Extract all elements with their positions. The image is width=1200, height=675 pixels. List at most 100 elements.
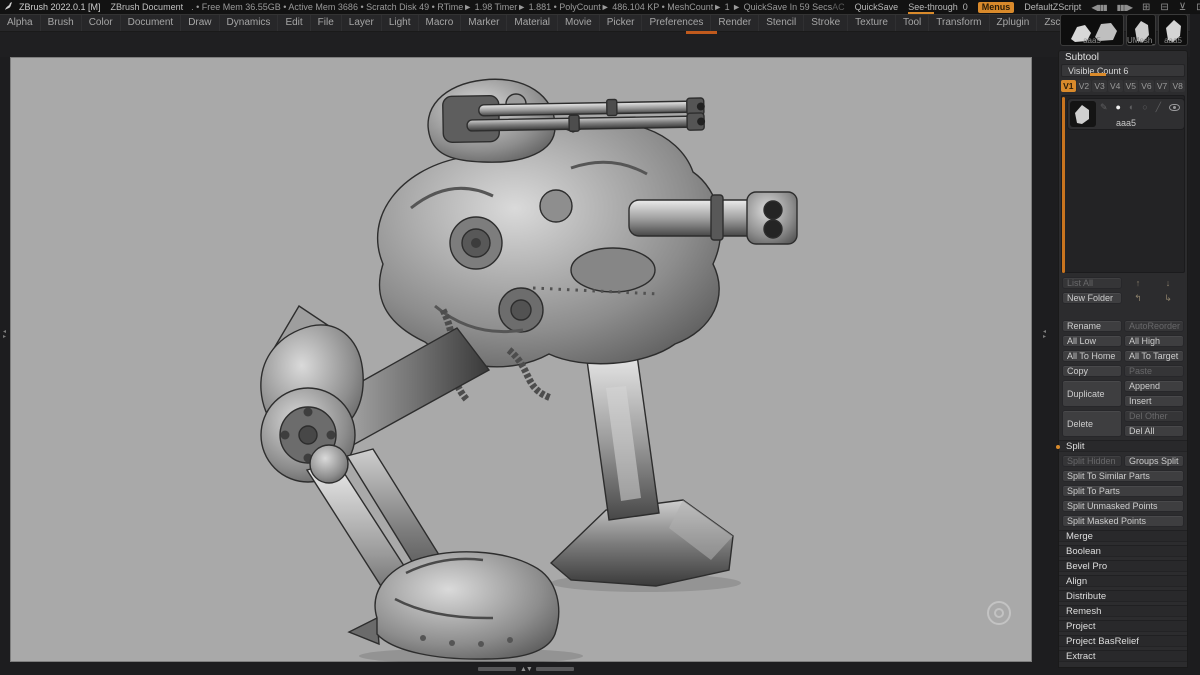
all-to-home-button[interactable]: All To Home [1062,350,1122,362]
menu-picker[interactable]: Picker [600,15,643,31]
boolean-section-header[interactable]: Boolean [1059,545,1187,557]
menu-tool[interactable]: Tool [896,15,930,31]
polypaint-off-icon[interactable]: ○ [1142,102,1147,112]
tab-v3[interactable]: V3 [1092,80,1107,92]
groups-split-button[interactable]: Groups Split [1124,455,1184,467]
minimize-icon[interactable]: ⊻ [1179,2,1186,13]
distribute-section-header[interactable]: Distribute [1059,590,1187,602]
document-title: ZBrush Document [110,2,184,12]
split-masked-points-button[interactable]: Split Masked Points [1062,515,1184,527]
menu-file[interactable]: File [311,15,342,31]
camera-orbit-widget[interactable] [987,601,1011,625]
polypaint-on-icon[interactable]: ● [1115,102,1120,112]
right-tray-toggle[interactable]: ◂ ▸ [1040,329,1049,340]
float-document-icon[interactable]: ⊞ [1142,2,1150,13]
remesh-section-header[interactable]: Remesh [1059,605,1187,617]
menu-edit[interactable]: Edit [278,15,311,31]
paste-button[interactable]: Paste [1124,365,1184,377]
restore-window-icon[interactable]: ⊡ [1196,2,1200,13]
project-section-header[interactable]: Project [1059,620,1187,632]
move-up-icon[interactable]: ↑ [1124,277,1152,289]
split-to-similar-parts-button[interactable]: Split To Similar Parts [1062,470,1184,482]
delete-button[interactable]: Delete [1062,410,1122,437]
move-down-icon[interactable]: ↓ [1154,277,1182,289]
all-to-target-button[interactable]: All To Target [1124,350,1184,362]
menu-dynamics[interactable]: Dynamics [220,15,279,31]
folder-down-icon[interactable]: ↳ [1154,292,1182,304]
slider-handle[interactable] [1090,73,1106,76]
split-hidden-button[interactable]: Split Hidden [1062,455,1122,467]
menu-movie[interactable]: Movie [558,15,600,31]
del-other-button[interactable]: Del Other [1124,410,1184,422]
subtool-item[interactable]: ✎ ● ◐ ○ ╱ aaa5 [1067,98,1185,130]
umesh-tool-thumbnail[interactable]: UMesh_ [1126,14,1156,46]
menu-draw[interactable]: Draw [181,15,220,31]
copy-button[interactable]: Copy [1062,365,1122,377]
rename-button[interactable]: Rename [1062,320,1122,332]
insert-button[interactable]: Insert [1124,395,1184,407]
visible-count-slider[interactable]: Visible Count 6 [1061,64,1185,77]
all-high-button[interactable]: All High [1124,335,1184,347]
subtool-list-scrollbar[interactable] [1062,97,1065,273]
menu-color[interactable]: Color [82,15,121,31]
list-all-button[interactable]: List All [1062,277,1122,289]
menu-marker[interactable]: Marker [461,15,508,31]
tab-v2[interactable]: V2 [1076,80,1092,92]
tab-v4[interactable]: V4 [1107,80,1123,92]
menus-toggle-button[interactable]: Menus [977,1,1015,13]
menu-material[interactable]: Material [507,15,558,31]
folder-up-icon[interactable]: ↰ [1124,292,1152,304]
menu-layer[interactable]: Layer [342,15,382,31]
tab-v1[interactable]: V1 [1061,80,1076,92]
mask-slash-icon[interactable]: ╱ [1156,102,1161,113]
all-low-button[interactable]: All Low [1062,335,1122,347]
menu-macro[interactable]: Macro [419,15,462,31]
menu-stencil[interactable]: Stencil [759,15,805,31]
visibility-tabs: V1 V2 V3 V4 V5 V6 V7 V8 [1061,80,1185,92]
split-unmasked-points-button[interactable]: Split Unmasked Points [1062,500,1184,512]
quicksave-button[interactable]: QuickSave [855,2,899,12]
del-all-button[interactable]: Del All [1124,425,1184,437]
menu-preferences[interactable]: Preferences [642,15,712,31]
scroll-right-icon[interactable]: ▮▮▮▶ [1117,3,1133,12]
menu-stroke[interactable]: Stroke [804,15,849,31]
visibility-eye-icon[interactable] [1168,103,1180,111]
aaa5-tool-thumbnail[interactable]: aaa5 [1158,14,1188,46]
bevel-pro-section-header[interactable]: Bevel Pro [1059,560,1187,572]
tab-v6[interactable]: V6 [1139,80,1154,92]
menu-light[interactable]: Light [382,15,419,31]
menu-texture[interactable]: Texture [848,15,896,31]
align-section-header[interactable]: Align [1059,575,1187,587]
project-basrelief-section-header[interactable]: Project BasRelief [1059,635,1187,647]
new-folder-button[interactable]: New Folder [1062,292,1122,304]
current-tool-thumbnail[interactable]: aaa5 [1060,14,1124,46]
document-canvas[interactable] [10,57,1032,664]
defaultzscript-button[interactable]: DefaultZScript [1024,2,1081,12]
append-button[interactable]: Append [1124,380,1184,392]
tab-v7[interactable]: V7 [1154,80,1170,92]
see-through-slider[interactable]: See-through 0 [908,2,968,14]
extract-section-header[interactable]: Extract [1059,650,1187,662]
split-section-header[interactable]: Split [1056,440,1187,452]
ac-button[interactable]: AC [832,2,845,12]
menu-render[interactable]: Render [711,15,760,31]
split-to-parts-button[interactable]: Split To Parts [1062,485,1184,497]
see-through-value: 0 [962,2,968,12]
menu-transform[interactable]: Transform [929,15,990,31]
pen-icon[interactable]: ✎ [1100,102,1108,113]
polypaint-half-icon[interactable]: ◐ [1129,102,1134,112]
bottom-tray-toggle[interactable]: ▲▼ [478,665,588,673]
menu-alpha[interactable]: Alpha [0,15,41,31]
dock-document-icon[interactable]: ⊟ [1160,2,1168,13]
subtool-palette-title[interactable]: Subtool [1059,51,1187,64]
autoreorder-button[interactable]: AutoReorder [1124,320,1184,332]
scroll-left-icon[interactable]: ◀▮▮▮ [1091,3,1107,12]
merge-section-header[interactable]: Merge [1059,530,1187,542]
menu-document[interactable]: Document [121,15,182,31]
menu-brush[interactable]: Brush [41,15,82,31]
left-tray-toggle[interactable]: ◂ ▸ [0,329,9,340]
tab-v5[interactable]: V5 [1123,80,1139,92]
menu-zplugin[interactable]: Zplugin [990,15,1038,31]
tab-v8[interactable]: V8 [1170,80,1185,92]
duplicate-button[interactable]: Duplicate [1062,380,1122,407]
